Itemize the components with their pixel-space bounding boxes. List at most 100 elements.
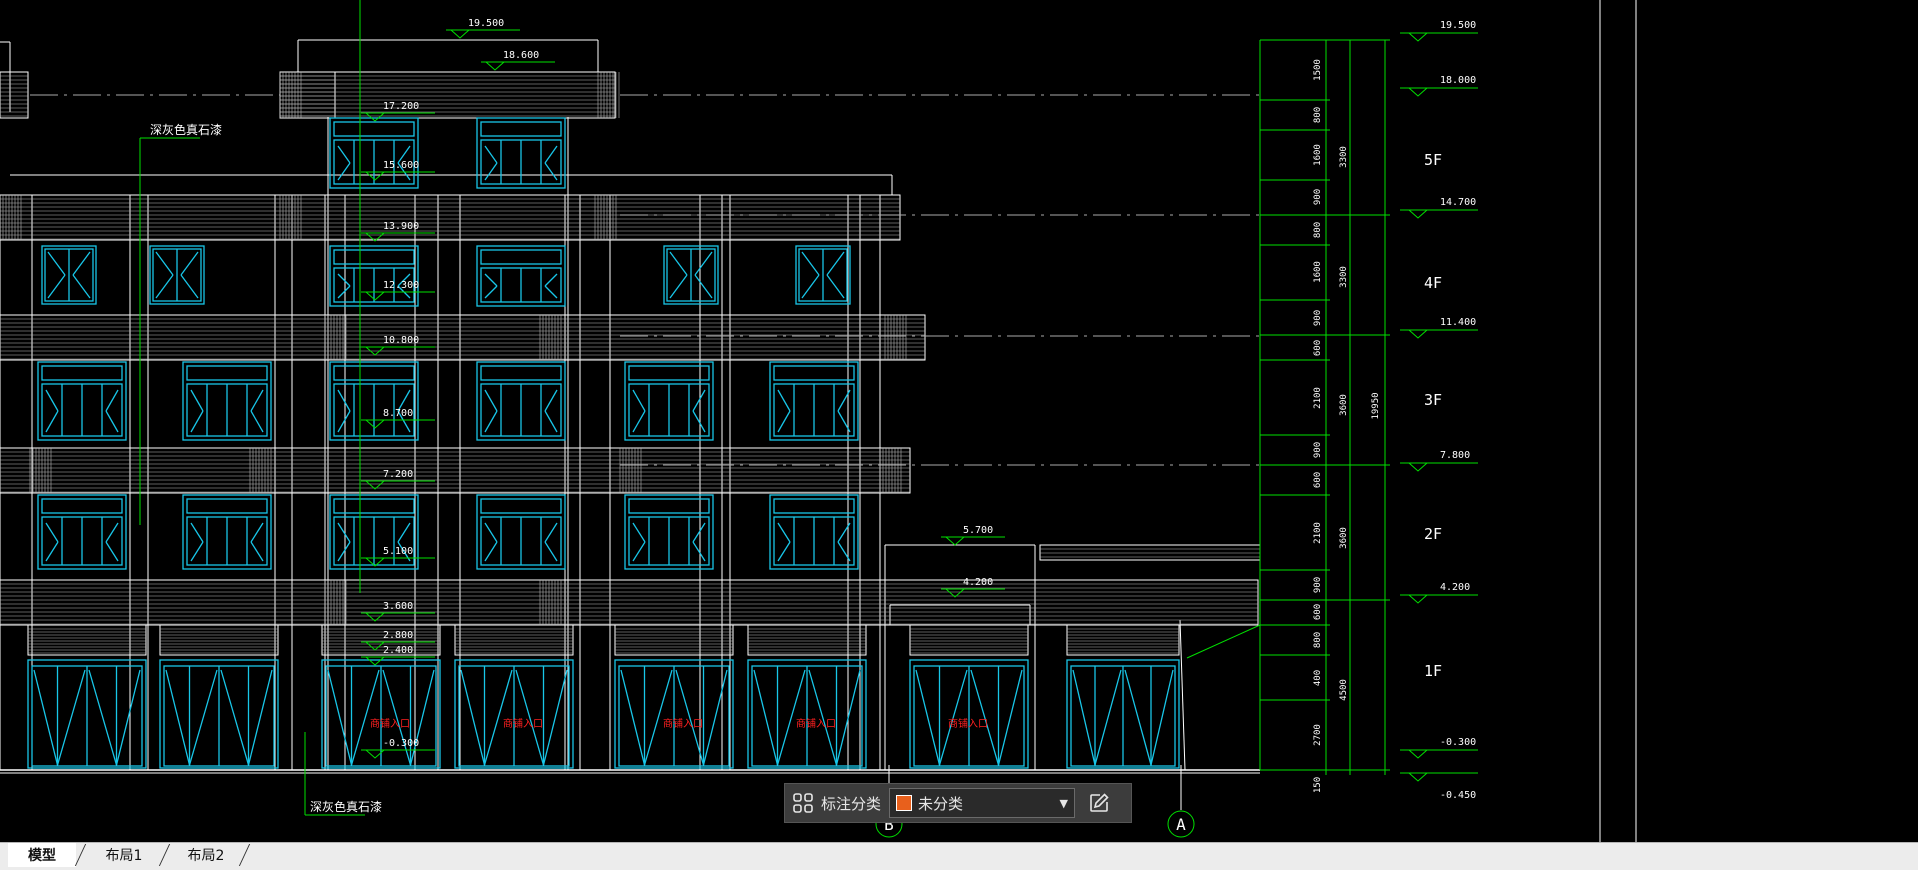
shop-entrance-label: 商铺入口 — [503, 717, 543, 730]
cad-model-space[interactable]: 商铺入口 商铺入口 商铺入口 商铺入口 商铺入口 深灰色真石漆 深灰色真石漆 19.500 18… — [0, 0, 1918, 842]
elevation-triangle — [484, 61, 506, 71]
door-opening — [56, 669, 86, 766]
window-opening — [250, 389, 264, 412]
dimension-text: 800 — [1313, 632, 1323, 648]
window-opening — [337, 145, 351, 164]
dimension-text: 2700 — [1313, 724, 1323, 746]
door-opening — [1150, 669, 1174, 766]
floor-label: 5F — [1424, 151, 1442, 169]
dimension-lines — [139, 0, 1478, 838]
window-opening — [250, 522, 264, 543]
window-transom — [186, 498, 268, 514]
dimension-text: 900 — [1313, 442, 1323, 458]
door-opening — [675, 669, 705, 766]
window-opening — [777, 410, 791, 433]
window-transom — [628, 498, 710, 514]
window-transom — [773, 498, 855, 514]
grid-icon[interactable] — [785, 785, 821, 821]
elevation-triangle — [364, 419, 386, 429]
category-select[interactable]: 未分类 ▼ — [889, 788, 1076, 818]
elevation-triangle — [1407, 594, 1429, 604]
window-opening — [692, 541, 706, 562]
window-transom — [628, 365, 710, 381]
window-opening — [801, 251, 820, 276]
window-opening — [47, 251, 66, 276]
window-opening — [180, 251, 199, 276]
door-opening — [808, 669, 838, 766]
material-label: 深灰色真石漆 — [310, 800, 382, 814]
leader-line — [1186, 624, 1261, 659]
shop-entrance-label: 商铺入口 — [370, 717, 410, 730]
cladding-band — [0, 314, 926, 361]
shutter-box — [27, 624, 147, 656]
dimension-text: 3600 — [1339, 527, 1349, 549]
window-opening — [337, 522, 351, 543]
elevation-label: 15.600 — [383, 160, 419, 171]
window-transom — [186, 365, 268, 381]
window-opening — [544, 285, 558, 299]
tab-layout2[interactable]: 布局2 — [170, 843, 242, 867]
elevation-label: 17.200 — [383, 101, 419, 112]
elevation-label: -0.300 — [1440, 737, 1476, 748]
elevation-label: 11.400 — [1440, 317, 1476, 328]
window-transom — [333, 249, 415, 265]
edit-icon[interactable] — [1081, 785, 1117, 821]
window-opening — [669, 274, 688, 299]
window-opening — [45, 541, 59, 562]
window-opening — [777, 522, 791, 543]
elevation-triangle — [1407, 209, 1429, 219]
elevation-label: -0.450 — [1440, 790, 1476, 801]
window-opening — [484, 389, 498, 412]
window-opening — [105, 389, 119, 412]
shop-entrance-label: 商铺入口 — [796, 717, 836, 730]
elevation-triangle — [364, 171, 386, 181]
window-transom — [333, 498, 415, 514]
dimension-text: 900 — [1313, 577, 1323, 593]
elevation-label: 3.600 — [383, 601, 413, 612]
tab-model[interactable]: 模型 — [8, 843, 76, 867]
window-opening — [669, 251, 688, 276]
window-opening — [632, 522, 646, 543]
shutter-box — [159, 624, 279, 656]
window-opening — [337, 162, 351, 181]
window-opening — [250, 541, 264, 562]
elevation-label: 19.500 — [1440, 20, 1476, 31]
elevation-label: 5.700 — [963, 525, 993, 536]
elevation-label: 14.700 — [1440, 197, 1476, 208]
material-label: 深灰色真石漆 — [150, 123, 222, 137]
dimension-text: 600 — [1313, 340, 1323, 356]
door-opening — [702, 669, 728, 766]
elevation-drawing[interactable]: 商铺入口 商铺入口 商铺入口 商铺入口 商铺入口深灰色真石漆深灰色真石漆19.50018… — [0, 0, 1918, 842]
shop-entrance-label: 商铺入口 — [663, 717, 703, 730]
elevation-label: 2.800 — [383, 630, 413, 641]
window-transom — [773, 365, 855, 381]
window-opening — [180, 274, 199, 299]
door-opening — [188, 669, 218, 766]
window-transom — [333, 365, 415, 381]
window-opening — [692, 389, 706, 412]
door-opening — [620, 669, 646, 766]
window-opening — [45, 389, 59, 412]
window-opening — [155, 251, 174, 276]
window-opening — [692, 410, 706, 433]
window-transom — [480, 365, 562, 381]
window-opening — [484, 410, 498, 433]
window-opening — [544, 145, 558, 164]
window-opening — [801, 274, 820, 299]
tab-layout1[interactable]: 布局1 — [88, 843, 160, 867]
elevation-triangle — [364, 291, 386, 301]
window-opening — [632, 410, 646, 433]
tower-band — [279, 71, 616, 119]
door-opening — [776, 669, 806, 766]
window-opening — [337, 410, 351, 433]
elevation-triangle — [1407, 462, 1429, 472]
window-opening — [484, 541, 498, 562]
building-outline — [0, 0, 1637, 842]
elevation-triangle — [364, 112, 386, 122]
door-opening — [938, 669, 968, 766]
annotation-category-label: 标注分类 — [821, 794, 882, 813]
door-opening — [165, 669, 191, 766]
elevation-triangle — [1407, 87, 1429, 97]
dimension-text: 800 — [1313, 222, 1323, 238]
elevation-label: 2.400 — [383, 645, 413, 656]
